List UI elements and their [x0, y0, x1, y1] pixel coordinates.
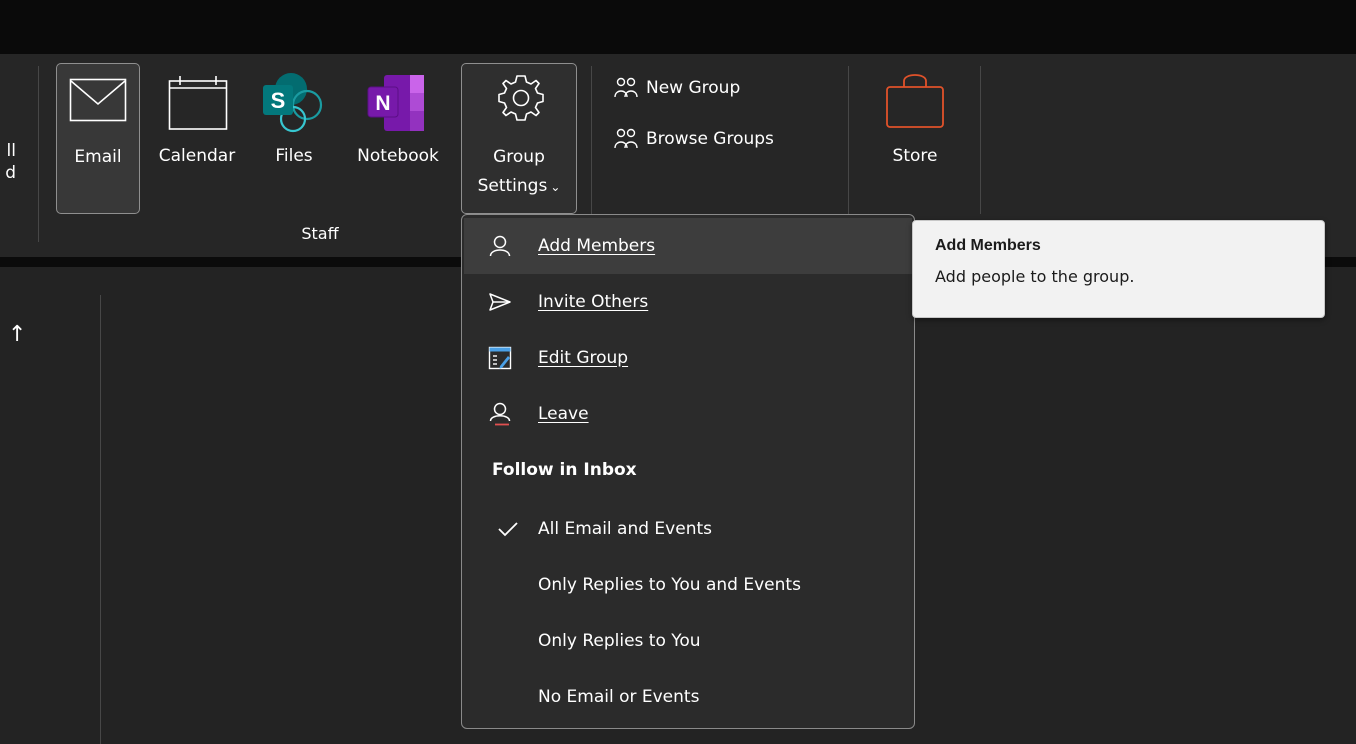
ribbon-separator — [591, 66, 592, 214]
menu-item-leave[interactable]: Leave — [464, 386, 912, 442]
store-button[interactable]: Store — [868, 63, 962, 214]
sharepoint-icon: S — [263, 73, 323, 133]
title-bar — [0, 0, 1356, 54]
calendar-button[interactable]: Calendar — [145, 63, 249, 214]
group-settings-menu: Add Members Invite Others Edit Group Lea… — [461, 214, 915, 729]
notebook-badge: N — [375, 92, 390, 115]
menu-item-invite-others[interactable]: Invite Others — [464, 274, 912, 330]
email-icon — [69, 78, 127, 122]
files-badge: S — [271, 88, 286, 113]
follow-option-label: All Email and Events — [538, 519, 712, 539]
group-icon — [614, 128, 638, 149]
follow-option-label: Only Replies to You and Events — [538, 575, 801, 595]
group-settings-label-1: Group — [493, 147, 545, 167]
email-button[interactable]: Email — [56, 63, 140, 214]
menu-item-edit-group[interactable]: Edit Group — [464, 330, 912, 386]
menu-item-label: Leave — [538, 404, 589, 424]
follow-option-all-email[interactable]: All Email and Events — [464, 501, 912, 557]
store-label: Store — [892, 146, 938, 166]
follow-option-label: Only Replies to You — [538, 631, 701, 651]
menu-item-label: Invite Others — [538, 292, 649, 312]
menu-item-label: Add Members — [538, 236, 656, 256]
sort-arrow-up-icon[interactable]: ↑ — [8, 322, 26, 347]
notebook-label: Notebook — [357, 146, 439, 166]
edit-group-icon — [488, 346, 512, 370]
follow-option-label: No Email or Events — [538, 687, 700, 707]
follow-in-inbox-heading: Follow in Inbox — [492, 460, 637, 480]
ribbon-separator — [38, 66, 39, 242]
send-icon — [489, 293, 511, 311]
follow-option-replies-only[interactable]: Only Replies to You — [464, 613, 912, 669]
menu-item-label: Edit Group — [538, 348, 629, 368]
ribbon-group-label: Staff — [301, 224, 339, 243]
checkmark-icon — [498, 522, 518, 537]
browse-groups-label: Browse Groups — [646, 129, 774, 149]
new-group-button[interactable]: New Group — [614, 73, 740, 103]
group-settings-label-2: Settings ⌄ — [477, 176, 561, 196]
person-leave-icon — [489, 402, 511, 426]
chevron-down-icon: ⌄ — [550, 180, 561, 194]
group-settings-button[interactable]: Group Settings ⌄ — [461, 63, 577, 214]
tooltip-title: Add Members — [935, 237, 1041, 254]
pane-divider — [100, 295, 101, 744]
files-button[interactable]: S Files — [258, 63, 330, 214]
calendar-label: Calendar — [158, 146, 236, 166]
person-icon — [489, 235, 511, 257]
tooltip-description: Add people to the group. — [935, 267, 1135, 286]
follow-option-none[interactable]: No Email or Events — [464, 669, 912, 725]
store-bag-icon — [886, 74, 944, 128]
follow-option-replies-and-events[interactable]: Only Replies to You and Events — [464, 557, 912, 613]
ribbon-separator — [848, 66, 849, 214]
onenote-icon: N — [367, 75, 424, 131]
group-icon — [614, 77, 638, 98]
files-label: Files — [275, 146, 313, 166]
calendar-icon — [168, 76, 228, 130]
new-group-label: New Group — [646, 78, 741, 98]
gear-icon — [498, 75, 544, 121]
notebook-button[interactable]: N Notebook — [340, 63, 456, 214]
email-label: Email — [74, 147, 122, 167]
menu-item-add-members[interactable]: Add Members — [464, 218, 912, 274]
browse-groups-button[interactable]: Browse Groups — [614, 124, 774, 154]
ribbon-separator — [980, 66, 981, 214]
clipped-ribbon-label[interactable]: ll d — [0, 140, 16, 184]
tooltip: Add Members Add people to the group. — [912, 220, 1325, 318]
